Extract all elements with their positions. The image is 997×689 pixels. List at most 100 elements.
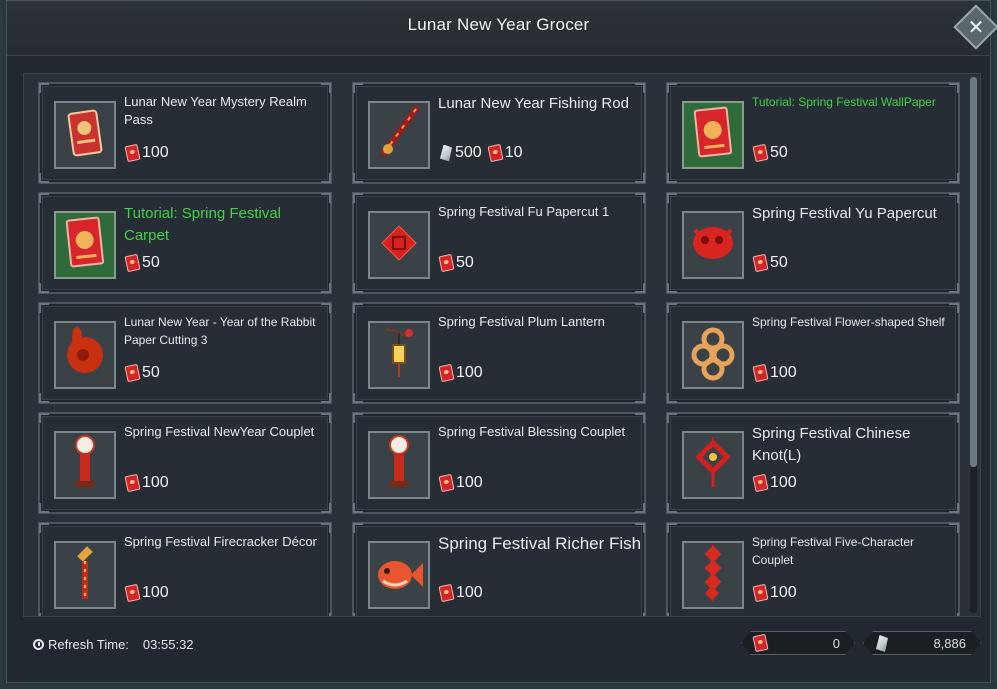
- item-price: 100: [124, 583, 169, 603]
- item-thumbnail[interactable]: [682, 321, 744, 389]
- card-corner-ornament: [949, 523, 959, 533]
- couplet-icon: [381, 433, 417, 498]
- shop-item-card[interactable]: Spring Festival Yu Papercut 50: [666, 192, 960, 294]
- card-corner-ornament: [321, 173, 331, 183]
- item-name: Spring Festival Plum Lantern: [438, 314, 605, 329]
- item-thumbnail[interactable]: [368, 431, 430, 499]
- item-thumbnail[interactable]: [54, 541, 116, 609]
- item-name: Spring Festival Yu Papercut: [752, 205, 937, 222]
- red-envelope-balance: 0: [741, 631, 855, 655]
- window-title: Lunar New Year Grocer: [407, 15, 590, 34]
- item-thumbnail[interactable]: [54, 321, 116, 389]
- red-envelope-icon: [752, 143, 769, 163]
- scrollbar[interactable]: [970, 77, 977, 613]
- bottom-strip: [0, 683, 997, 689]
- item-price: 50: [752, 253, 788, 273]
- item-grid: Lunar New Year Mystery Realm Pass 100 Luna…: [23, 73, 981, 617]
- lantern-icon: [379, 323, 419, 388]
- scrollbar-thumb[interactable]: [970, 77, 977, 467]
- shop-item-card[interactable]: Spring Festival Firecracker Décor 100: [38, 522, 332, 616]
- card-corner-ornament: [949, 393, 959, 403]
- red-envelope-icon: [752, 583, 769, 603]
- card-corner-ornament: [353, 413, 363, 423]
- item-thumbnail[interactable]: [368, 211, 430, 279]
- card-corner-ornament: [949, 83, 959, 93]
- item-thumbnail[interactable]: [54, 101, 116, 169]
- card-corner-ornament: [321, 523, 331, 533]
- shop-item-card[interactable]: Spring Festival Fu Papercut 1 50: [352, 192, 646, 294]
- item-thumbnail[interactable]: [54, 211, 116, 279]
- item-thumbnail[interactable]: [682, 211, 744, 279]
- item-thumbnail[interactable]: [368, 321, 430, 389]
- item-thumbnail[interactable]: [682, 101, 744, 169]
- item-price: 100: [124, 473, 169, 493]
- item-thumbnail[interactable]: [682, 431, 744, 499]
- card-corner-ornament: [353, 303, 363, 313]
- card-corner-ornament: [353, 173, 363, 183]
- red-envelope-icon: [438, 583, 455, 603]
- red-envelope-icon: [752, 253, 769, 273]
- card-corner-ornament: [321, 413, 331, 423]
- shop-item-card[interactable]: Lunar New Year Fishing Rod 500 10: [352, 82, 646, 184]
- shop-item-card[interactable]: Lunar New Year Mystery Realm Pass 100: [38, 82, 332, 184]
- shop-item-card[interactable]: Tutorial: Spring Festival WallPaper 50: [666, 82, 960, 184]
- close-icon: ✕: [967, 16, 985, 39]
- item-thumbnail[interactable]: [682, 541, 744, 609]
- item-price: 100: [752, 473, 797, 493]
- card-corner-ornament: [321, 193, 331, 203]
- card-corner-ornament: [321, 283, 331, 293]
- card-corner-ornament: [353, 523, 363, 533]
- item-name: Spring Festival Firecracker Décor: [124, 534, 317, 549]
- shop-item-card[interactable]: Spring Festival NewYear Couplet 100: [38, 412, 332, 514]
- card-corner-ornament: [949, 283, 959, 293]
- card-corner-ornament: [635, 503, 645, 513]
- shop-item-card[interactable]: Spring Festival Chinese Knot(L) 100: [666, 412, 960, 514]
- item-name: Spring Festival Flower-shaped Shelf: [752, 315, 945, 329]
- price-envelope-value: 100: [142, 474, 169, 491]
- price-envelope-value: 50: [770, 144, 788, 161]
- card-corner-ornament: [39, 523, 49, 533]
- item-thumbnail[interactable]: [368, 541, 430, 609]
- red-envelope-count: 0: [832, 636, 840, 651]
- card-corner-ornament: [321, 303, 331, 313]
- card-corner-ornament: [635, 523, 645, 533]
- card-corner-ornament: [353, 503, 363, 513]
- card-corner-ornament: [667, 303, 677, 313]
- card-corner-ornament: [667, 393, 677, 403]
- item-price: 100: [438, 363, 483, 383]
- card-corner-ornament: [635, 303, 645, 313]
- price-envelope-value: 100: [456, 364, 483, 381]
- shop-item-card[interactable]: Spring Festival Plum Lantern 100: [352, 302, 646, 404]
- firecracker-icon: [71, 543, 99, 608]
- card-corner-ornament: [321, 83, 331, 93]
- card-corner-ornament: [39, 173, 49, 183]
- price-envelope-value: 100: [770, 584, 797, 601]
- item-thumbnail[interactable]: [368, 101, 430, 169]
- shop-item-card[interactable]: Spring Festival Richer Fish 100: [352, 522, 646, 616]
- shop-item-card[interactable]: Lunar New Year - Year of the Rabbit Pape…: [38, 302, 332, 404]
- card-corner-ornament: [353, 283, 363, 293]
- card-corner-ornament: [353, 193, 363, 203]
- shop-item-card[interactable]: Tutorial: Spring Festival Carpet 50: [38, 192, 332, 294]
- shop-item-card[interactable]: Spring Festival Flower-shaped Shelf 100: [666, 302, 960, 404]
- item-price: 100: [438, 583, 483, 603]
- red-envelope-icon: [438, 253, 455, 273]
- card-corner-ornament: [353, 393, 363, 403]
- item-price: 50: [124, 253, 160, 273]
- card-corner-ornament: [635, 173, 645, 183]
- price-envelope-value: 50: [770, 254, 788, 271]
- red-envelope-icon: [124, 253, 141, 273]
- crystal-icon: [440, 144, 452, 162]
- fu-papercut-icon: [377, 221, 421, 270]
- close-button[interactable]: ✕: [953, 4, 997, 50]
- tutorial-book-icon: [692, 106, 734, 165]
- fishing-rod-icon: [374, 105, 424, 166]
- card-corner-ornament: [635, 193, 645, 203]
- shop-item-card[interactable]: Spring Festival Five-Character Couplet 10…: [666, 522, 960, 616]
- clock-icon: [33, 639, 44, 650]
- item-thumbnail[interactable]: [54, 431, 116, 499]
- card-corner-ornament: [39, 393, 49, 403]
- card-corner-ornament: [321, 393, 331, 403]
- card-corner-ornament: [321, 503, 331, 513]
- shop-item-card[interactable]: Spring Festival Blessing Couplet 100: [352, 412, 646, 514]
